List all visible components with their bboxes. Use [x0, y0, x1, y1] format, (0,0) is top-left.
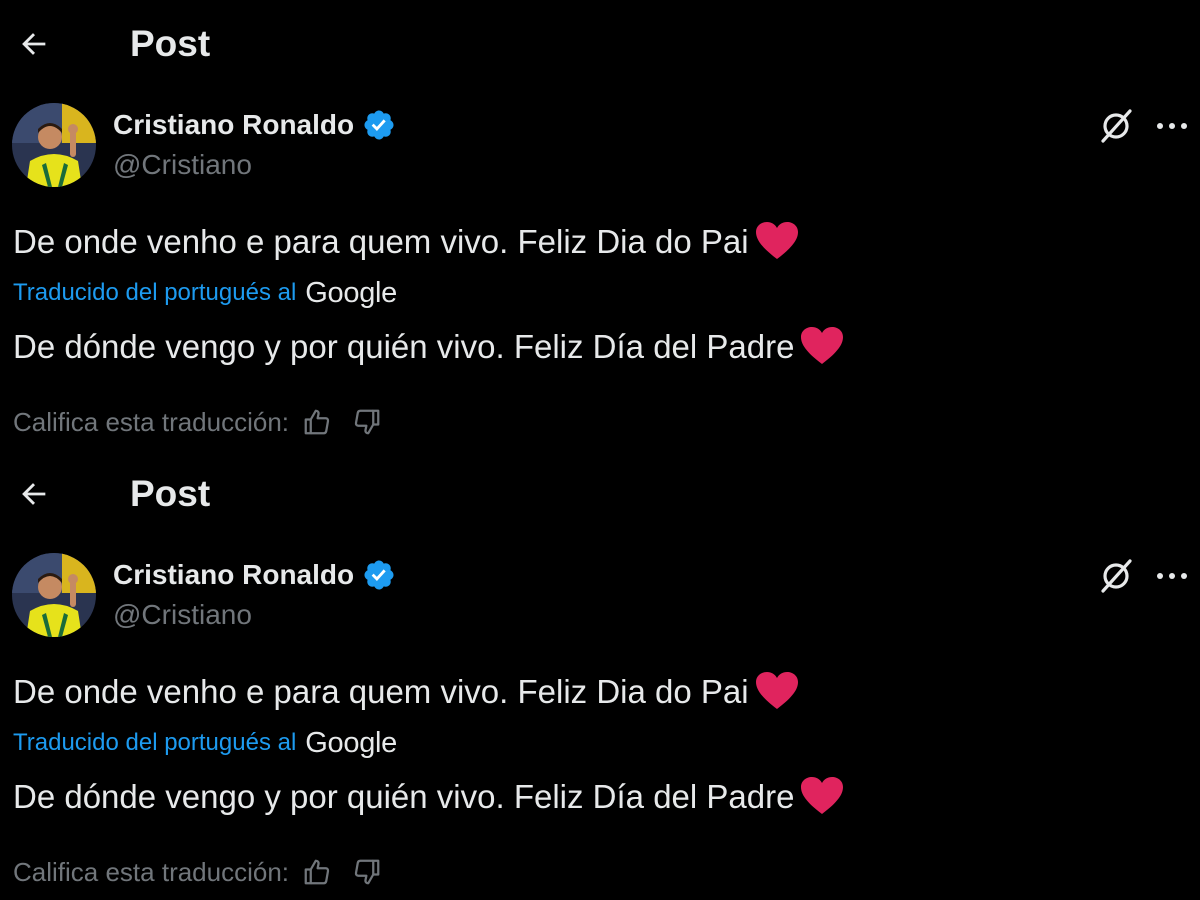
rate-translation: Califica esta traducción: — [13, 404, 385, 440]
arrow-left-icon — [22, 483, 46, 505]
heart-icon — [755, 672, 798, 710]
thumb-down-button[interactable] — [349, 404, 385, 440]
translated-text-content: De dónde vengo y por quién vivo. Feliz D… — [13, 778, 795, 815]
page-title: Post — [130, 23, 211, 64]
translated-text: De dónde vengo y por quién vivo. Feliz D… — [13, 775, 844, 819]
arrow-left-icon — [22, 33, 46, 55]
rate-translation-label: Califica esta traducción: — [13, 856, 290, 887]
avatar[interactable] — [12, 103, 96, 187]
thumb-down-icon — [354, 409, 380, 435]
post-text-content: De onde venho e para quem vivo. Feliz Di… — [13, 223, 749, 260]
heart-icon — [801, 327, 844, 365]
rate-translation-label: Califica esta traducción: — [13, 406, 290, 437]
author-handle[interactable]: @Cristiano — [113, 596, 252, 634]
author-name[interactable]: Cristiano Ronaldo — [113, 556, 396, 594]
author-name-text: Cristiano Ronaldo — [113, 109, 355, 140]
author-name[interactable]: Cristiano Ronaldo — [113, 106, 396, 144]
verified-badge-icon — [364, 560, 394, 590]
author-name-text: Cristiano Ronaldo — [113, 559, 355, 590]
thumb-up-icon — [304, 859, 330, 885]
more-horizontal-icon — [1157, 123, 1187, 129]
more-horizontal-icon — [1157, 573, 1187, 579]
grok-button[interactable] — [1096, 556, 1136, 596]
grok-icon — [1101, 109, 1132, 143]
google-logo: Google — [305, 276, 398, 309]
post-panel: Post Cristiano Ronaldo @Cristiano De ond… — [0, 450, 1200, 900]
back-button[interactable] — [12, 22, 56, 66]
back-button[interactable] — [12, 472, 56, 516]
post-text-content: De onde venho e para quem vivo. Feliz Di… — [13, 673, 749, 710]
post-text: De onde venho e para quem vivo. Feliz Di… — [13, 670, 799, 714]
post-panel: Post Cristiano Ronaldo @Cristiano De ond… — [0, 0, 1200, 450]
page-title: Post — [130, 473, 211, 514]
thumb-down-button[interactable] — [349, 854, 385, 890]
thumb-up-icon — [304, 409, 330, 435]
rate-translation: Califica esta traducción: — [13, 854, 385, 890]
author-handle[interactable]: @Cristiano — [113, 146, 252, 184]
translated-text: De dónde vengo y por quién vivo. Feliz D… — [13, 325, 844, 369]
verified-badge-icon — [364, 110, 394, 140]
grok-icon — [1101, 559, 1132, 593]
thumb-up-button[interactable] — [299, 404, 335, 440]
grok-button[interactable] — [1096, 106, 1136, 146]
translated-by: Traducido del portugués al Google — [13, 276, 397, 310]
translated-by: Traducido del portugués al Google — [13, 726, 397, 760]
more-button[interactable] — [1152, 556, 1192, 596]
translated-text-content: De dónde vengo y por quién vivo. Feliz D… — [13, 328, 795, 365]
thumb-up-button[interactable] — [299, 854, 335, 890]
more-button[interactable] — [1152, 106, 1192, 146]
google-logo: Google — [305, 726, 398, 759]
translated-label-link[interactable]: Traducido del portugués al — [13, 729, 296, 757]
avatar[interactable] — [12, 553, 96, 637]
heart-icon — [801, 777, 844, 815]
heart-icon — [755, 222, 798, 260]
thumb-down-icon — [354, 859, 380, 885]
post-text: De onde venho e para quem vivo. Feliz Di… — [13, 220, 799, 264]
translated-label-link[interactable]: Traducido del portugués al — [13, 279, 296, 307]
